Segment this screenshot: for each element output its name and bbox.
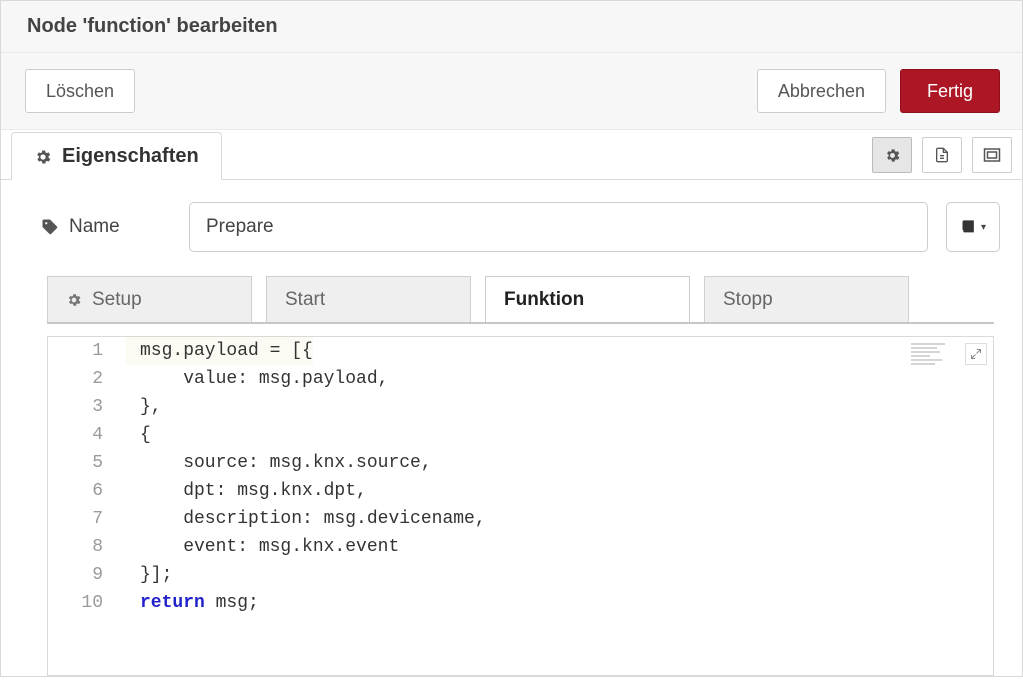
line-number: 3: [48, 393, 126, 421]
edit-node-dialog: Node 'function' bearbeiten Löschen Abbre…: [0, 0, 1023, 677]
panel-tabs: Eigenschaften: [1, 130, 1022, 180]
tab-function-label: Funktion: [504, 289, 584, 311]
dialog-title: Node 'function' bearbeiten: [27, 15, 1000, 38]
tab-stop[interactable]: Stopp: [704, 276, 909, 322]
properties-content: Name ▾ Setup Start Funktion: [1, 180, 1022, 676]
code-text: source: msg.knx.source,: [126, 449, 432, 477]
tab-properties[interactable]: Eigenschaften: [11, 132, 222, 180]
line-number: 4: [48, 421, 126, 449]
code-text: },: [126, 393, 162, 421]
done-button[interactable]: Fertig: [900, 69, 1000, 113]
code-line[interactable]: 7 description: msg.devicename,: [48, 505, 993, 533]
line-number: 9: [48, 561, 126, 589]
gear-icon: [884, 147, 901, 164]
code-line[interactable]: 5 source: msg.knx.source,: [48, 449, 993, 477]
code-text: event: msg.knx.event: [126, 533, 399, 561]
tag-icon: [41, 218, 59, 236]
tab-setup[interactable]: Setup: [47, 276, 252, 322]
line-number: 1: [48, 337, 126, 365]
code-text: description: msg.devicename,: [126, 505, 486, 533]
minimap[interactable]: [911, 343, 959, 379]
cancel-button[interactable]: Abbrechen: [757, 69, 886, 113]
dialog-actions: Löschen Abbrechen Fertig: [1, 53, 1022, 130]
description-icon-button[interactable]: [922, 137, 962, 173]
tab-function[interactable]: Funktion: [485, 276, 690, 322]
appearance-icon-button[interactable]: [972, 137, 1012, 173]
code-text: msg.payload = [{: [126, 337, 313, 365]
code-line[interactable]: 6 dpt: msg.knx.dpt,: [48, 477, 993, 505]
code-text: value: msg.payload,: [126, 365, 388, 393]
line-number: 7: [48, 505, 126, 533]
tab-start[interactable]: Start: [266, 276, 471, 322]
name-label-text: Name: [69, 216, 120, 238]
code-text: }];: [126, 561, 172, 589]
line-number: 6: [48, 477, 126, 505]
code-line[interactable]: 4{: [48, 421, 993, 449]
tab-setup-label: Setup: [92, 289, 142, 311]
expand-editor-button[interactable]: [965, 343, 987, 365]
tab-properties-label: Eigenschaften: [62, 145, 199, 168]
book-icon: [960, 219, 977, 235]
gear-icon: [34, 148, 52, 166]
code-text: dpt: msg.knx.dpt,: [126, 477, 367, 505]
name-row: Name ▾: [41, 202, 1000, 252]
code-text: return msg;: [126, 589, 259, 617]
tab-start-label: Start: [285, 289, 325, 311]
dialog-header: Node 'function' bearbeiten: [1, 1, 1022, 53]
caret-down-icon: ▾: [981, 222, 986, 233]
gear-icon: [66, 292, 82, 308]
code-line[interactable]: 9}];: [48, 561, 993, 589]
panel-tab-icons: [872, 137, 1012, 179]
name-label: Name: [41, 216, 171, 238]
editor-tabs: Setup Start Funktion Stopp: [47, 276, 1000, 322]
delete-button[interactable]: Löschen: [25, 69, 135, 113]
tab-stop-label: Stopp: [723, 289, 773, 311]
code-line[interactable]: 8 event: msg.knx.event: [48, 533, 993, 561]
line-number: 2: [48, 365, 126, 393]
code-editor[interactable]: 1msg.payload = [{2 value: msg.payload,3}…: [47, 336, 994, 676]
properties-icon-button[interactable]: [872, 137, 912, 173]
line-number: 10: [48, 589, 126, 617]
code-text: {: [126, 421, 151, 449]
code-line[interactable]: 1msg.payload = [{: [48, 337, 993, 365]
editor-tabs-underline: [47, 322, 994, 324]
library-button[interactable]: ▾: [946, 202, 1000, 252]
line-number: 8: [48, 533, 126, 561]
expand-icon: [970, 348, 982, 360]
layout-icon: [983, 147, 1001, 163]
code-line[interactable]: 3},: [48, 393, 993, 421]
line-number: 5: [48, 449, 126, 477]
code-line[interactable]: 2 value: msg.payload,: [48, 365, 993, 393]
name-input[interactable]: [189, 202, 928, 252]
code-line[interactable]: 10return msg;: [48, 589, 993, 617]
document-icon: [934, 146, 950, 164]
